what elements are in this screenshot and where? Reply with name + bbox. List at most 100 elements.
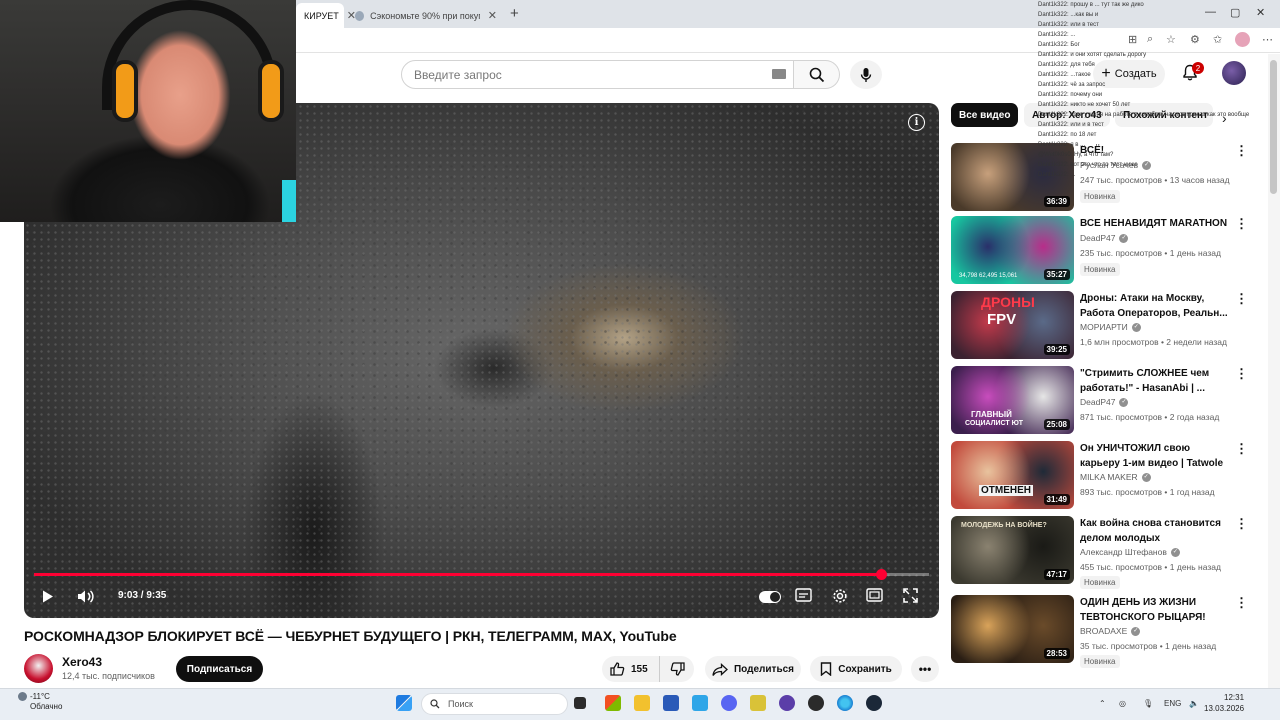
recommendation-item[interactable]: ДРОНЫ FPV 39:25 Дроны: Атаки на Москву, … (951, 291, 1251, 359)
more-actions-button[interactable]: ••• (911, 656, 939, 682)
edge-browser-icon[interactable] (837, 695, 853, 711)
autoplay-toggle[interactable] (759, 591, 781, 603)
taskbar-search-label: Поиск (448, 699, 473, 709)
video-thumbnail[interactable]: ОТМЕНЕН 31:49 (951, 441, 1074, 509)
recommendation-channel[interactable]: DeadP47 ✓ (1080, 397, 1129, 407)
subtitles-icon[interactable] (795, 588, 812, 605)
like-button[interactable]: 155 (602, 656, 660, 682)
theater-mode-icon[interactable] (866, 588, 883, 605)
recommendation-channel[interactable]: DeadP47 ✓ (1080, 233, 1129, 243)
more-options-icon[interactable]: ⋮ (1235, 366, 1248, 382)
app-icon-2[interactable] (750, 695, 766, 711)
keyboard-icon[interactable] (772, 69, 786, 79)
more-options-icon[interactable]: ⋮ (1235, 516, 1248, 532)
search-icon (809, 67, 824, 82)
tray-mic-icon[interactable]: 🎙 (1143, 699, 1153, 708)
headphone-right-cup (258, 60, 284, 122)
start-windows-icon[interactable] (396, 695, 412, 711)
video-thumbnail[interactable]: ГЛАВНЫЙ СОЦИАЛИСТ ЮТ 25:08 (951, 366, 1074, 434)
chat-message: Dant1k322: прошу в ... тут так же дико (1038, 2, 1144, 8)
recommendation-item[interactable]: ОТМЕНЕН 31:49 Он УНИЧТОЖИЛ свою карьеру … (951, 441, 1251, 509)
video-duration: 47:17 (1043, 569, 1070, 580)
play-button[interactable] (41, 589, 55, 607)
chat-message: Dant1k322: ... (1038, 32, 1076, 38)
video-thumbnail[interactable]: 28:53 (951, 595, 1074, 663)
recommendation-item[interactable]: МОЛОДЕЖЬ НА ВОЙНЕ? 47:17 Как война снова… (951, 516, 1251, 589)
video-duration: 36:39 (1043, 196, 1070, 207)
language-indicator[interactable]: ENG (1164, 699, 1181, 708)
video-thumbnail[interactable]: 34,798 62,495 15,061 35:27 (951, 216, 1074, 284)
video-thumbnail[interactable]: МОЛОДЕЖЬ НА ВОЙНЕ? 47:17 (951, 516, 1074, 584)
video-thumbnail[interactable]: ДРОНЫ FPV 39:25 (951, 291, 1074, 359)
recommendation-title[interactable]: Он УНИЧТОЖИЛ свою карьеру 1-им видео | T… (1080, 441, 1228, 471)
search-button[interactable] (794, 60, 840, 89)
browser-tab-active[interactable]: КИРУЕТ ✕ (296, 3, 356, 28)
recommendation-channel[interactable]: Александр Штефанов ✓ (1080, 547, 1180, 557)
browser-tab-deal[interactable]: Сэкономьте 90% при покупке fo ✕ (347, 3, 505, 28)
share-button[interactable]: Поделиться (705, 656, 801, 682)
chat-app-icon[interactable] (779, 695, 795, 711)
info-icon[interactable]: i (908, 114, 925, 131)
volume-icon (78, 590, 94, 603)
search-input[interactable]: Введите запрос (401, 60, 794, 89)
video-duration: 25:08 (1043, 419, 1070, 430)
recommendation-title[interactable]: "Стримить СЛОЖНЕЕ чем работать!" - Hasan… (1080, 366, 1228, 396)
channel-name[interactable]: Xero43 (62, 655, 102, 669)
discord-icon[interactable] (721, 695, 737, 711)
recommendation-item[interactable]: 34,798 62,495 15,061 35:27 ВСЕ НЕНАВИДЯТ… (951, 216, 1251, 284)
recommendation-channel[interactable]: МОРИАРТИ ✓ (1080, 322, 1141, 332)
dislike-button[interactable] (660, 656, 694, 682)
voice-search-button[interactable] (850, 60, 882, 89)
recommendation-item[interactable]: ГЛАВНЫЙ СОЦИАЛИСТ ЮТ 25:08 "Стримить СЛО… (951, 366, 1251, 434)
volume-button[interactable] (77, 589, 95, 607)
more-options-icon[interactable]: ⋮ (1235, 291, 1248, 307)
taskbar-search[interactable]: Поиск (421, 693, 568, 715)
speaker-icon[interactable]: 🔈 (1189, 699, 1199, 708)
mail-icon[interactable] (692, 695, 708, 711)
video-duration: 35:27 (1043, 269, 1070, 280)
weather-widget[interactable]: -11°C Облачно (18, 692, 62, 712)
channel-avatar[interactable] (24, 654, 53, 683)
chat-message: Dant1k322: чё за запрос (1038, 82, 1106, 88)
recommendation-meta: 893 тыс. просмотров • 1 год назад (1080, 487, 1215, 497)
chat-message: Dant1k322: или и в тест (1038, 122, 1104, 128)
tray-app-icon[interactable]: ◎ (1119, 699, 1126, 708)
recommendation-title[interactable]: ОДИН ДЕНЬ ИЗ ЖИЗНИ ТЕВТОНСКОГО РЫЦАРЯ! (1080, 595, 1228, 625)
recommendation-item[interactable]: 28:53 ОДИН ДЕНЬ ИЗ ЖИЗНИ ТЕВТОНСКОГО РЫЦ… (951, 595, 1251, 668)
system-clock[interactable]: 12:31 13.03.2026 (1204, 692, 1244, 714)
channel-label: MILKA MAKER (1080, 472, 1138, 482)
progress-scrubber[interactable] (875, 569, 887, 580)
progress-bar[interactable] (34, 569, 929, 580)
file-explorer-icon[interactable] (634, 695, 650, 711)
subscribe-button[interactable]: Подписаться (176, 656, 263, 682)
scrollbar-thumb[interactable] (1270, 60, 1277, 194)
recommendation-channel[interactable]: BROADAXE ✓ (1080, 626, 1141, 636)
new-tab-button[interactable]: + (510, 5, 519, 22)
share-label: Поделиться (733, 663, 794, 675)
app-icon[interactable] (663, 695, 679, 711)
background-monitor (282, 180, 296, 222)
recommendation-title[interactable]: Как война снова становится делом молодых (1080, 516, 1228, 546)
task-view-icon[interactable] (574, 697, 586, 709)
more-options-icon[interactable]: ⋮ (1235, 595, 1248, 611)
time-display: 9:03 / 9:35 (118, 590, 167, 601)
obs-icon[interactable] (808, 695, 824, 711)
recommendation-channel[interactable]: MILKA MAKER ✓ (1080, 472, 1151, 482)
recommendation-title[interactable]: Дроны: Атаки на Москву, Работа Операторо… (1080, 291, 1228, 321)
thumbnail-text: ОТМЕНЕН (979, 485, 1033, 496)
tray-chevron-icon[interactable]: ⌃ (1099, 699, 1106, 708)
browser-menu-icon[interactable]: ⋯ (1262, 33, 1273, 46)
steam-icon[interactable] (866, 695, 882, 711)
chip-all-videos[interactable]: Все видео (951, 103, 1019, 127)
store-icon[interactable] (605, 695, 621, 711)
settings-gear-icon[interactable] (832, 588, 848, 607)
recommendation-title[interactable]: ВСЕ НЕНАВИДЯТ MARATHON (1080, 216, 1228, 231)
save-button[interactable]: Сохранить (810, 656, 902, 682)
video-duration: 31:49 (1043, 494, 1070, 505)
fullscreen-icon[interactable] (903, 588, 918, 606)
verified-icon: ✓ (1131, 626, 1141, 636)
more-options-icon[interactable]: ⋮ (1235, 216, 1248, 232)
chat-message: Dant1k322: ... (1038, 172, 1076, 178)
close-tab-icon[interactable]: ✕ (488, 9, 497, 22)
more-options-icon[interactable]: ⋮ (1235, 441, 1248, 457)
